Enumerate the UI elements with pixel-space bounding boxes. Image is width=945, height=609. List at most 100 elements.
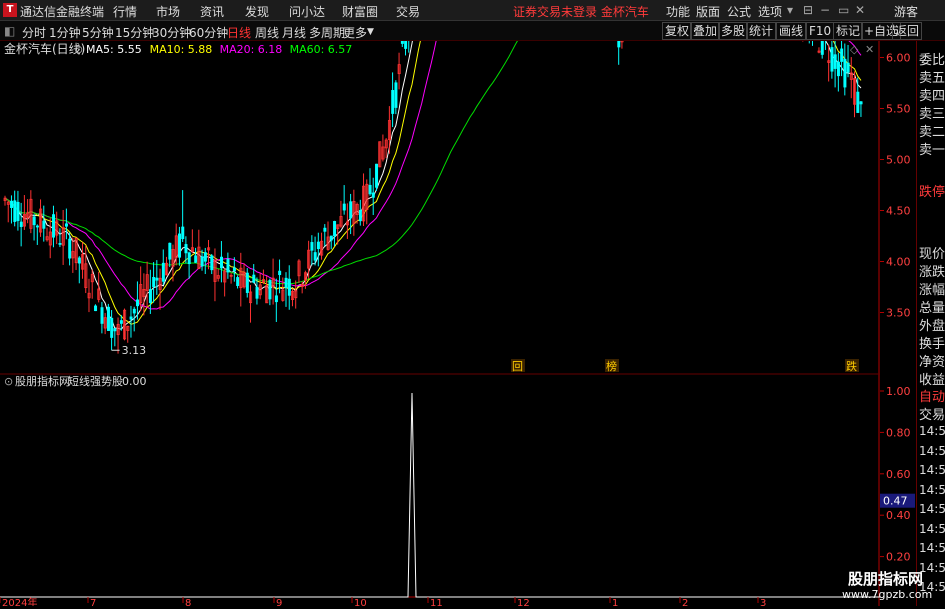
candle-body [110, 317, 114, 338]
candle-body [94, 305, 98, 312]
indicator-line [0, 392, 880, 598]
x-axis-label: 2024年 [2, 596, 37, 606]
candle-body [268, 279, 272, 300]
close-icon[interactable]: ✕ [855, 3, 865, 17]
app-title: 通达信金融终端 [20, 5, 105, 19]
period-more[interactable]: 更多 [343, 24, 367, 41]
btn-overlay[interactable]: 叠加 [690, 22, 721, 40]
menu-wealth[interactable]: 财富圈 [342, 3, 378, 20]
btn-draw[interactable]: 画线 [776, 22, 807, 40]
trade-label[interactable]: 自动 [919, 386, 945, 405]
candle-body [100, 307, 104, 324]
btn-back[interactable]: 返回 [892, 22, 923, 40]
close-icon[interactable]: ✕ [865, 43, 874, 56]
indicator-current-tag: 0.47 [883, 495, 908, 508]
menu-trade[interactable]: 交易 [396, 3, 420, 20]
menu-function[interactable]: 功能 [666, 3, 690, 20]
candle-body [284, 277, 288, 288]
candle-body [113, 328, 117, 332]
candle-body [313, 252, 317, 261]
candle-body [10, 200, 14, 208]
menu-formula[interactable]: 公式 [727, 3, 751, 20]
candle-body [274, 295, 278, 303]
btn-statistics[interactable]: 统计 [746, 22, 777, 40]
candle-body [58, 243, 62, 245]
candle-body [840, 48, 844, 62]
candle-body [255, 286, 259, 299]
candle-body [342, 203, 346, 211]
candle-body [843, 58, 847, 88]
candle-body [846, 62, 850, 73]
sidebar-toggle-icon[interactable]: ◧ [4, 24, 15, 38]
btn-multi-stock[interactable]: 多股 [718, 22, 749, 40]
candle-body [226, 258, 230, 273]
price-tick-label: 4.00 [886, 256, 911, 269]
quote-label: 卖五 [919, 71, 945, 86]
candle-body [77, 257, 81, 264]
app-logo-icon: T [3, 3, 17, 17]
signal-marker: 回 [512, 360, 523, 373]
candle-body [404, 41, 408, 49]
period-1min[interactable]: 1分钟 [49, 24, 81, 41]
candle-body [236, 277, 240, 286]
period-30min[interactable]: 30分钟 [152, 24, 191, 41]
candle-body [129, 316, 133, 320]
period-monthly[interactable]: 月线 [282, 24, 306, 41]
btn-f10[interactable]: F10 [806, 22, 835, 40]
menu-arrow-icon[interactable]: ▾ [787, 3, 793, 17]
indicator-tick-label: 0.80 [886, 426, 911, 439]
quote-label: 换手 [919, 337, 945, 352]
menu-options[interactable]: 选项 [758, 3, 782, 20]
candle-body [833, 54, 837, 69]
menu-market[interactable]: 市场 [156, 3, 180, 20]
watermark-url: www.7gpzb.com [842, 588, 933, 601]
tick-time: 14:56 [919, 541, 945, 555]
tick-time: 14:56 [919, 521, 945, 536]
tick-time: 14:56 [919, 424, 945, 438]
period-5min[interactable]: 5分钟 [82, 24, 114, 41]
maximize-icon[interactable]: ▭ [838, 3, 849, 17]
indicator-settings-icon[interactable]: ⊙ [4, 375, 13, 388]
menu-ask[interactable]: 问小达 [289, 3, 325, 20]
period-daily[interactable]: 日线 [227, 24, 251, 41]
kline-chart[interactable]: 8.973.13回榜跌 金杯汽车(日线) ⊙ MA5: 5.55MA10: 5.… [0, 41, 880, 606]
period-weekly[interactable]: 周线 [255, 24, 279, 41]
quote-label: 卖二 [919, 125, 945, 140]
menu-discover[interactable]: 发现 [245, 3, 269, 20]
quote-label: 跌停 [919, 185, 945, 200]
period-60min[interactable]: 60分钟 [189, 24, 228, 41]
btn-mark[interactable]: 标记 [833, 22, 864, 40]
x-axis-label: 11 [430, 598, 443, 606]
quote-label: 委比 [919, 53, 945, 68]
period-tick[interactable]: 分时 [22, 24, 46, 41]
diamond-icon[interactable]: ◇ [850, 43, 859, 56]
btn-fuquan[interactable]: 复权 [662, 22, 693, 40]
candle-body [252, 274, 256, 283]
candle-body [358, 210, 362, 222]
more-dropdown-icon[interactable]: ▼ [367, 27, 374, 37]
menu-news[interactable]: 资讯 [200, 3, 224, 20]
candle-body [394, 82, 398, 108]
period-multi[interactable]: 多周期 [309, 24, 345, 41]
indicator-source: 股朋指标网 [15, 374, 70, 388]
candle-body [278, 270, 282, 276]
x-axis-label: 3 [760, 598, 766, 606]
candle-body [245, 272, 249, 293]
menu-layout[interactable]: 版面 [696, 3, 720, 20]
quote-label: 总量 [919, 301, 945, 316]
period-15min[interactable]: 15分钟 [115, 24, 154, 41]
user-guest[interactable]: 游客 [894, 3, 918, 20]
menu-quotes[interactable]: 行情 [113, 3, 137, 20]
candle-body [136, 299, 140, 307]
quote-label: 卖三 [919, 107, 945, 122]
trade-label[interactable]: 交易 [919, 404, 945, 423]
candle-body [68, 238, 72, 259]
quote-label: 外盘 [919, 319, 945, 334]
minimize-icon[interactable]: − [820, 3, 830, 17]
grid-icon[interactable]: ⊟ [803, 3, 813, 17]
ma10-line [4, 41, 862, 325]
candle-body [148, 289, 152, 304]
tick-time: 14:56 [919, 482, 945, 497]
candle-body [184, 244, 188, 254]
chart-settings-icon[interactable]: ⊙ [74, 43, 83, 56]
